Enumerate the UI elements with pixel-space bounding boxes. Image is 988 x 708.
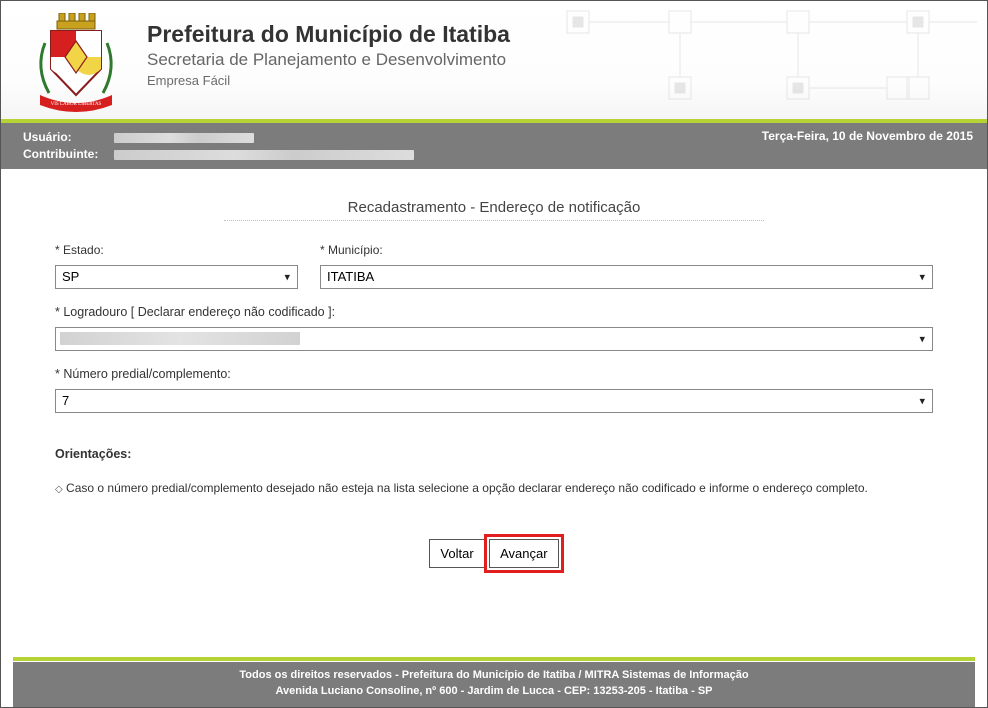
footer: Todos os direitos reservados - Prefeitur… (13, 662, 975, 707)
logradouro-label: * Logradouro [ Declarar endereço não cod… (55, 305, 933, 319)
current-date-text: Terça-Feira, 10 de Novembro de 2015 (762, 129, 973, 143)
municipality-coat-of-arms-icon: VIS LABOR LIBERTAS (29, 11, 123, 115)
municipio-select[interactable]: ITATIBA (320, 265, 933, 289)
logradouro-field: * Logradouro [ Declarar endereço não cod… (55, 305, 933, 351)
voltar-button[interactable]: Voltar (429, 539, 484, 568)
header: VIS LABOR LIBERTAS Prefeitura do Municíp… (1, 1, 987, 119)
contribuinte-label: Contribuinte: (23, 146, 111, 163)
user-info-left: Usuário: Contribuinte: (23, 129, 414, 163)
footer-accent-bar (13, 657, 975, 661)
municipio-field: * Município: ITATIBA (320, 243, 933, 289)
user-info-bar: Usuário: Contribuinte: Terça-Feira, 10 d… (1, 123, 987, 169)
numero-label: * Número predial/complemento: (55, 367, 933, 381)
page-title: Recadastramento - Endereço de notificaçã… (55, 199, 933, 216)
orientacoes-body: Caso o número predial/complemento deseja… (66, 481, 868, 495)
estado-label: * Estado: (55, 243, 298, 257)
button-row: Voltar Avançar (55, 539, 933, 568)
numero-select[interactable]: 7 (55, 389, 933, 413)
header-appname: Empresa Fácil (147, 73, 510, 88)
user-label: Usuário: (23, 129, 111, 146)
orientacoes-heading: Orientações: (55, 447, 933, 461)
orientacoes-text: ◇ Caso o número predial/complemento dese… (55, 479, 933, 497)
footer-line-1: Todos os direitos reservados - Prefeitur… (13, 668, 975, 683)
footer-line-2: Avenida Luciano Consoline, nº 600 - Jard… (13, 684, 975, 699)
user-value-redacted (114, 133, 254, 143)
estado-select[interactable]: SP (55, 265, 298, 289)
app-window: VIS LABOR LIBERTAS Prefeitura do Municíp… (0, 0, 988, 708)
numero-field: * Número predial/complemento: 7 (55, 367, 933, 413)
logradouro-select[interactable] (55, 327, 933, 351)
avancar-button[interactable]: Avançar (489, 539, 558, 568)
main-content: Recadastramento - Endereço de notificaçã… (1, 169, 987, 568)
municipio-label: * Município: (320, 243, 933, 257)
header-title: Prefeitura do Município de Itatiba (147, 21, 510, 49)
header-decoration (557, 1, 987, 119)
bullet-diamond-icon: ◇ (55, 484, 63, 495)
orientacoes-section: Orientações: ◇ Caso o número predial/com… (55, 447, 933, 497)
header-titles: Prefeitura do Município de Itatiba Secre… (147, 11, 510, 88)
header-subtitle: Secretaria de Planejamento e Desenvolvim… (147, 49, 510, 71)
page-title-underline (224, 220, 764, 221)
estado-field: * Estado: SP (55, 243, 298, 289)
contribuinte-value-redacted (114, 150, 414, 160)
svg-text:VIS LABOR LIBERTAS: VIS LABOR LIBERTAS (51, 102, 102, 107)
